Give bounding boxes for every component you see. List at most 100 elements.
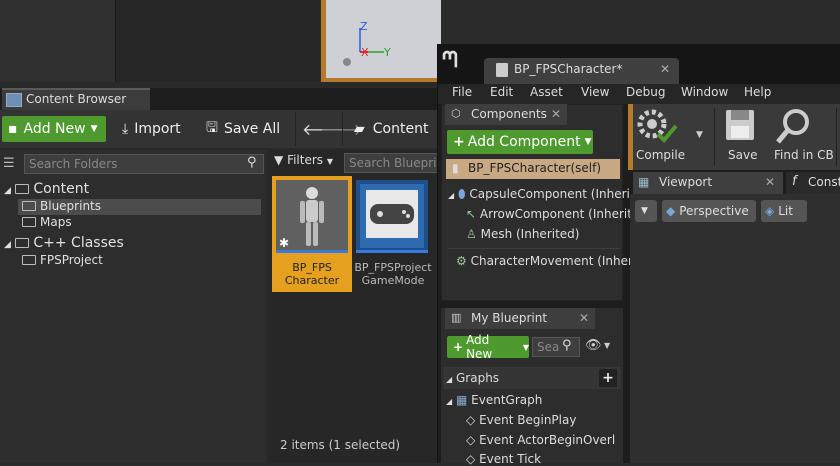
component-self-icon: ▮ (452, 161, 459, 175)
menu-view[interactable]: View (581, 85, 609, 99)
close-icon[interactable]: ✕ (660, 62, 670, 76)
tree-item-maps[interactable]: Maps (22, 215, 72, 229)
event-item-tick[interactable]: ◇ Event Tick (466, 452, 541, 466)
compile-button[interactable]: Compile (634, 106, 690, 166)
menu-file[interactable]: File (452, 85, 472, 99)
save-all-button[interactable]: 🖫 Save All (200, 114, 292, 144)
menu-asset[interactable]: Asset (530, 85, 563, 99)
menu-window[interactable]: Window (681, 85, 728, 99)
construction-script-tab[interactable]: f Const (786, 172, 840, 194)
component-item-character-movement[interactable]: ⚙ CharacterMovement (Inheri (456, 254, 636, 268)
toolbar-divider (836, 108, 837, 166)
path-breadcrumb-content[interactable]: ▰ Content (348, 114, 440, 144)
tree-label: FPSProject (40, 253, 103, 267)
event-item-actorbeginoverlap[interactable]: ◇ Event ActorBeginOverl (466, 433, 615, 447)
viewport-icon: ▦ (638, 175, 650, 189)
find-in-cb-label: Find in CB (774, 148, 834, 162)
dirty-asterisk-icon: ✱ (279, 236, 290, 250)
import-icon: ⤓ (122, 121, 129, 137)
add-component-button[interactable]: + Add Component ▼ (447, 130, 593, 154)
my-blueprint-tab[interactable]: ▥ My Blueprint ✕ (445, 308, 595, 329)
chevron-down-icon[interactable]: ▼ (696, 130, 703, 140)
asset-count-status: 2 items (1 selected) (280, 438, 401, 452)
lit-button[interactable]: ◈ Lit (761, 200, 807, 222)
tree-item-cpp-classes[interactable]: ◢ C++ Classes (4, 235, 124, 251)
my-blueprint-search-input[interactable]: Sea (532, 337, 580, 357)
tree-item-fpsproject[interactable]: FPSProject (22, 253, 103, 267)
tree-options-icon[interactable]: ☰ (3, 156, 15, 171)
asset-type-bar (356, 250, 428, 253)
plus-icon: + (453, 340, 464, 354)
components-divider (448, 248, 620, 249)
tree-label: Blueprints (40, 199, 102, 213)
axis-y-label: Y (383, 46, 391, 59)
event-label: Event Tick (479, 452, 542, 466)
compile-label: Compile (636, 148, 686, 162)
save-button[interactable]: Save (722, 106, 762, 166)
menu-edit[interactable]: Edit (490, 85, 513, 99)
event-graph-item[interactable]: ◢ ▦ EventGraph (446, 393, 542, 407)
component-item-self[interactable]: ▮ BP_FPSCharacter(self) (446, 159, 620, 179)
find-in-cb-button[interactable]: Find in CB (770, 106, 834, 166)
toolbar-divider (295, 112, 296, 146)
capsule-icon: ⬮ (457, 187, 466, 201)
search-icon: ⚲ (562, 338, 572, 353)
filter-icon: ▼ (274, 153, 284, 167)
folder-icon (22, 217, 36, 227)
add-graph-plus-icon[interactable]: + (599, 369, 617, 387)
filters-button[interactable]: ▼ Filters ▼ (274, 153, 340, 172)
tree-label: Maps (40, 215, 72, 229)
cpp-folder-icon (22, 255, 36, 265)
content-browser-tab[interactable]: Content Browser (2, 88, 150, 110)
asset-label-line2: GameMode (361, 274, 425, 287)
close-icon[interactable]: ✕ (765, 175, 775, 189)
perspective-button[interactable]: ◆ Perspective (662, 200, 756, 222)
add-new-variable-button[interactable]: + Add New ▼ (447, 333, 529, 361)
components-tab[interactable]: ⬡ Components ✕ (445, 104, 567, 125)
menu-help[interactable]: Help (744, 85, 771, 99)
chevron-down-icon[interactable]: ▼ (604, 341, 610, 350)
close-icon[interactable]: ✕ (551, 107, 561, 121)
component-item-arrow[interactable]: ↖ ArrowComponent (Inherit (466, 207, 632, 221)
character-thumbnail: ✱ (276, 180, 348, 252)
path-root-label: Content (372, 121, 429, 137)
import-button[interactable]: ⤓ Import (116, 114, 192, 144)
component-label: Mesh (Inherited) (480, 227, 580, 241)
tree-label: C++ Classes (33, 235, 124, 251)
axis-x-label: X (361, 46, 369, 59)
search-placeholder: Sea (537, 340, 560, 354)
components-icon: ⬡ (451, 107, 461, 120)
close-icon[interactable]: ✕ (579, 311, 589, 325)
import-label: Import (134, 121, 181, 137)
search-blueprints-input[interactable]: Search Blueprint (344, 153, 440, 173)
expand-arrow-icon: ◢ (446, 397, 453, 406)
blueprint-editor-tab[interactable]: BP_FPSCharacter* ✕ (484, 58, 679, 84)
add-new-label: Add New (23, 121, 86, 137)
blueprint-tab-title: BP_FPSCharacter* (514, 62, 623, 76)
lit-label: Lit (778, 204, 793, 218)
asset-tile-bp-fpsproject-gamemode[interactable] (356, 180, 428, 253)
search-blueprints-placeholder: Search Blueprint (349, 156, 440, 170)
asset-tile-bp-fps-character[interactable]: ✱ BP_FPS Character (272, 176, 352, 292)
viewport-options-dropdown[interactable]: ▼ (635, 200, 657, 222)
tree-item-content[interactable]: ◢ Content (4, 181, 89, 197)
level-viewport[interactable]: Z X Y (326, 0, 441, 78)
component-item-capsule[interactable]: ◢ ⬮ CapsuleComponent (Inherit (448, 187, 635, 202)
event-item-beginplay[interactable]: ◇ Event BeginPlay (466, 413, 576, 427)
component-label: CapsuleComponent (Inherit (469, 187, 635, 201)
viewport-body[interactable] (630, 194, 840, 463)
plus-icon: + (453, 134, 465, 150)
menu-debug[interactable]: Debug (626, 85, 665, 99)
viewport-tab[interactable]: ▦ Viewport ✕ (633, 172, 783, 194)
perspective-cube-icon: ◆ (666, 204, 676, 218)
level-outliner-panel (0, 0, 116, 82)
toolbar-accent (628, 104, 633, 170)
function-icon: f (792, 174, 797, 189)
visibility-eye-icon[interactable]: 👁 (585, 338, 602, 353)
lit-sphere-icon: ◈ (765, 204, 775, 218)
event-diamond-icon: ◇ (466, 452, 476, 466)
add-new-button[interactable]: ▪ Add New ▼ (2, 116, 106, 142)
component-item-mesh[interactable]: ♙ Mesh (Inherited) (466, 227, 579, 241)
component-label: ArrowComponent (Inherit (479, 207, 632, 221)
search-folders-input[interactable]: Search Folders (24, 154, 264, 174)
